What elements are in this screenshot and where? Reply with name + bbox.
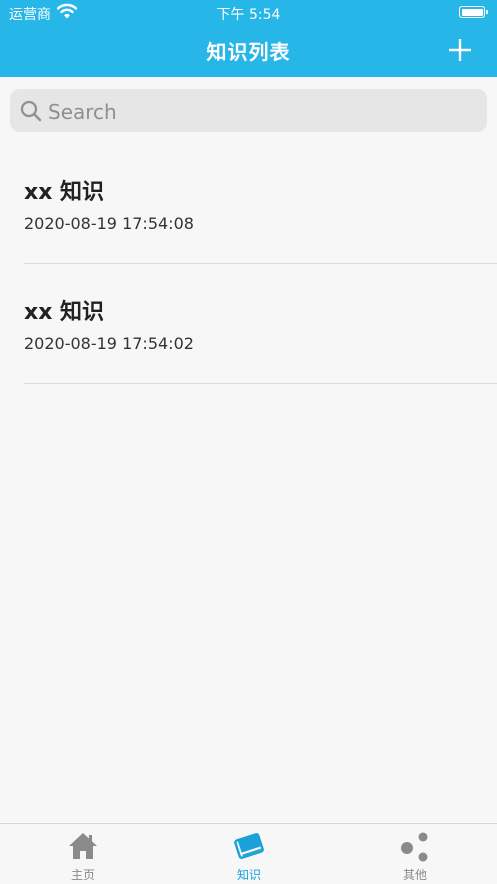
battery-icon xyxy=(459,6,488,18)
navigation-bar: 运营商 下午 5:54 知识列表 xyxy=(0,0,497,77)
item-date: 2020-08-19 17:54:02 xyxy=(24,334,194,353)
search-input[interactable] xyxy=(46,89,480,134)
plus-icon xyxy=(449,39,471,61)
dots-icon xyxy=(398,831,432,867)
tab-label: 知识 xyxy=(236,868,261,882)
list-item[interactable]: xx 知识 2020-08-19 17:54:02 xyxy=(24,264,497,384)
search-bar[interactable] xyxy=(10,89,487,134)
tab-other[interactable]: 其他 xyxy=(332,824,497,884)
knowledge-list: xx 知识 2020-08-19 17:54:08 xx 知识 2020-08-… xyxy=(0,144,497,384)
tab-knowledge[interactable]: 知识 xyxy=(166,824,332,884)
tab-home[interactable]: 主页 xyxy=(0,824,166,884)
tab-bar: 主页 知识 其他 xyxy=(0,823,497,883)
status-bar: 运营商 下午 5:54 xyxy=(0,0,497,26)
tab-label: 主页 xyxy=(70,868,95,882)
add-button[interactable] xyxy=(447,37,473,63)
page-title: 知识列表 xyxy=(206,40,291,64)
search-icon xyxy=(20,100,42,126)
home-icon xyxy=(67,831,99,865)
tab-label: 其他 xyxy=(402,868,427,882)
item-title: xx 知识 xyxy=(24,180,105,205)
item-date: 2020-08-19 17:54:08 xyxy=(24,214,194,233)
list-item[interactable]: xx 知识 2020-08-19 17:54:08 xyxy=(24,144,497,264)
item-title: xx 知识 xyxy=(24,300,105,325)
book-icon xyxy=(232,831,266,865)
status-time: 下午 5:54 xyxy=(216,7,281,23)
